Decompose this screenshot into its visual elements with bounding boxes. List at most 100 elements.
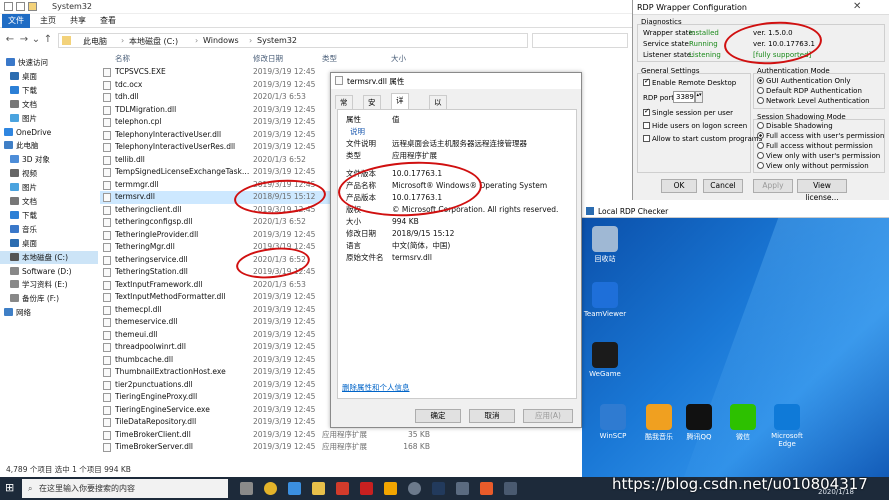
file-icon <box>103 130 111 140</box>
shadow-view-nopermission-radio[interactable]: View only without permission <box>757 162 869 170</box>
nav-item-downloads[interactable]: 下载 <box>0 209 98 222</box>
radio-icon <box>757 132 764 139</box>
this-pc-icon <box>4 141 13 150</box>
breadcrumb-this-pc[interactable]: 此电脑 <box>83 36 107 47</box>
app-icon[interactable] <box>288 482 301 495</box>
nav-item-this-pc[interactable]: 此电脑 <box>0 139 98 152</box>
quick-access-properties-icon[interactable] <box>16 2 25 11</box>
single-session-checkbox[interactable]: Single session per user <box>643 107 733 117</box>
file-name: tdc.ocx <box>115 79 143 89</box>
shadow-full-nopermission-radio[interactable]: Full access without permission <box>757 142 873 150</box>
nav-item-learning-e[interactable]: 学习资料 (E:) <box>0 278 98 291</box>
shadow-view-permission-radio[interactable]: View only with user's permission <box>757 152 880 160</box>
file-date: 2019/3/19 12:45 <box>253 317 316 326</box>
rdp-cancel-button[interactable]: Cancel <box>703 179 743 193</box>
tab-general[interactable]: 常规 <box>335 95 353 121</box>
file-icon <box>103 293 111 302</box>
nav-item-documents[interactable]: 文档 <box>0 195 98 208</box>
hide-users-label: Hide users on logon screen <box>652 122 748 130</box>
quick-access-save-icon[interactable] <box>4 2 13 11</box>
search-input[interactable] <box>532 33 628 48</box>
nav-item-desktop[interactable]: 桌面 <box>0 70 98 83</box>
recent-chevron-icon[interactable]: ⌄ <box>30 34 42 46</box>
explorer-titlebar: System32 <box>0 0 632 14</box>
task-view-icon[interactable] <box>240 482 253 495</box>
nav-item-quick-access[interactable]: 快速访问 <box>0 56 98 69</box>
properties-titlebar: termsrv.dll 属性 <box>331 73 581 89</box>
forward-icon[interactable]: → <box>18 34 30 46</box>
column-date[interactable]: 修改日期 <box>253 53 283 64</box>
app-icon[interactable] <box>336 482 349 495</box>
column-name[interactable]: 名称 <box>115 53 130 64</box>
nav-item-videos[interactable]: 视频 <box>0 167 98 180</box>
back-icon[interactable]: ← <box>4 34 16 46</box>
allow-custom-checkbox[interactable]: Allow to start custom programs <box>643 135 762 143</box>
taskbar-search[interactable]: ⌕ 在这里输入你要搜索的内容 <box>22 479 228 498</box>
app-icon[interactable] <box>360 482 373 495</box>
pictures-icon <box>10 183 19 192</box>
file-icon <box>103 305 111 315</box>
chrome-icon[interactable] <box>264 482 277 495</box>
props-apply-button[interactable]: 应用(A) <box>523 409 573 423</box>
app-icon[interactable] <box>384 482 397 495</box>
port-spin-icon[interactable]: ▴▾ <box>695 91 703 103</box>
tab-view[interactable]: 查看 <box>94 14 122 28</box>
rdp-apply-button[interactable]: Apply <box>753 179 793 193</box>
auth-nla-radio[interactable]: Network Level Authentication <box>757 97 870 105</box>
app-icon[interactable] <box>456 482 469 495</box>
file-row[interactable]: TimeBrokerServer.dll 2019/3/19 12:45 应用程序扩… <box>100 441 580 454</box>
remove-properties-link[interactable]: 删除属性和个人信息 <box>342 382 410 393</box>
nav-item-desktop[interactable]: 桌面 <box>0 237 98 250</box>
auth-gui-radio[interactable]: GUI Authentication Only <box>757 77 850 85</box>
nav-item-backup-f[interactable]: 备份库 (F:) <box>0 292 98 305</box>
app-icon[interactable] <box>432 482 445 495</box>
auth-default-radio[interactable]: Default RDP Authentication <box>757 87 862 95</box>
app-icon[interactable] <box>408 482 421 495</box>
detail-key: 语言 <box>346 241 361 250</box>
rdp-ok-button[interactable]: OK <box>661 179 697 193</box>
nav-item-network[interactable]: 网络 <box>0 306 98 319</box>
rdp-checker-titlebar[interactable]: Local RDP Checker <box>582 205 889 218</box>
close-icon[interactable]: ✕ <box>853 1 861 12</box>
enable-rdp-checkbox[interactable]: Enable Remote Desktop <box>643 77 736 87</box>
tab-home[interactable]: 主页 <box>34 14 62 28</box>
app-icon[interactable] <box>504 482 517 495</box>
tab-details[interactable]: 详细信息 <box>391 93 409 147</box>
breadcrumb-system32[interactable]: System32 <box>257 36 297 45</box>
nav-item-music[interactable]: 音乐 <box>0 223 98 236</box>
file-explorer-icon[interactable] <box>312 482 325 495</box>
nav-item-pictures[interactable]: 图片 <box>0 181 98 194</box>
nav-item-local-disk-c[interactable]: 本地磁盘 (C:) <box>0 250 98 264</box>
props-ok-button[interactable]: 确定 <box>415 409 461 423</box>
start-icon[interactable]: ⊞ <box>5 482 17 494</box>
address-bar[interactable]: 此电脑 › 本地磁盘 (C:) › Windows › System32 <box>58 33 528 48</box>
tab-previous-versions[interactable]: 以前的版本 <box>429 95 447 163</box>
tab-share[interactable]: 共享 <box>64 14 92 28</box>
file-row[interactable]: TimeBrokerClient.dll 2019/3/19 12:45 应用程序扩… <box>100 429 580 442</box>
shadow-full-permission-radio[interactable]: Full access with user's permission <box>757 132 884 140</box>
file-icon <box>103 243 111 252</box>
nav-item-documents[interactable]: 文档 <box>0 98 98 111</box>
tab-security[interactable]: 安全 <box>363 95 381 121</box>
rdp-port-input[interactable]: 3389 <box>673 91 695 103</box>
nav-item-software-d[interactable]: Software (D:) <box>0 265 98 278</box>
column-type[interactable]: 类型 <box>322 53 337 64</box>
column-size[interactable]: 大小 <box>391 53 406 64</box>
up-icon[interactable]: ↑ <box>42 34 54 46</box>
props-cancel-button[interactable]: 取消 <box>469 409 515 423</box>
nav-item-pictures[interactable]: 图片 <box>0 112 98 125</box>
breadcrumb-windows[interactable]: Windows <box>203 36 239 45</box>
file-date: 2019/3/19 12:45 <box>253 229 316 239</box>
file-name: themecpl.dll <box>115 304 162 314</box>
nav-item-3d-objects[interactable]: 3D 对象 <box>0 153 98 166</box>
breadcrumb-drive-c[interactable]: 本地磁盘 (C:) <box>129 36 178 47</box>
shadow-disable-radio[interactable]: Disable Shadowing <box>757 122 833 130</box>
allow-custom-label: Allow to start custom programs <box>652 135 763 143</box>
hide-users-checkbox[interactable]: Hide users on logon screen <box>643 122 747 130</box>
app-icon[interactable] <box>480 482 493 495</box>
file-name: TCPSVCS.EXE <box>115 67 166 76</box>
tab-file[interactable]: 文件 <box>2 14 30 28</box>
view-license-button[interactable]: View license... <box>797 179 847 202</box>
nav-item-downloads[interactable]: 下载 <box>0 84 98 97</box>
nav-item-onedrive[interactable]: OneDrive <box>0 126 98 139</box>
